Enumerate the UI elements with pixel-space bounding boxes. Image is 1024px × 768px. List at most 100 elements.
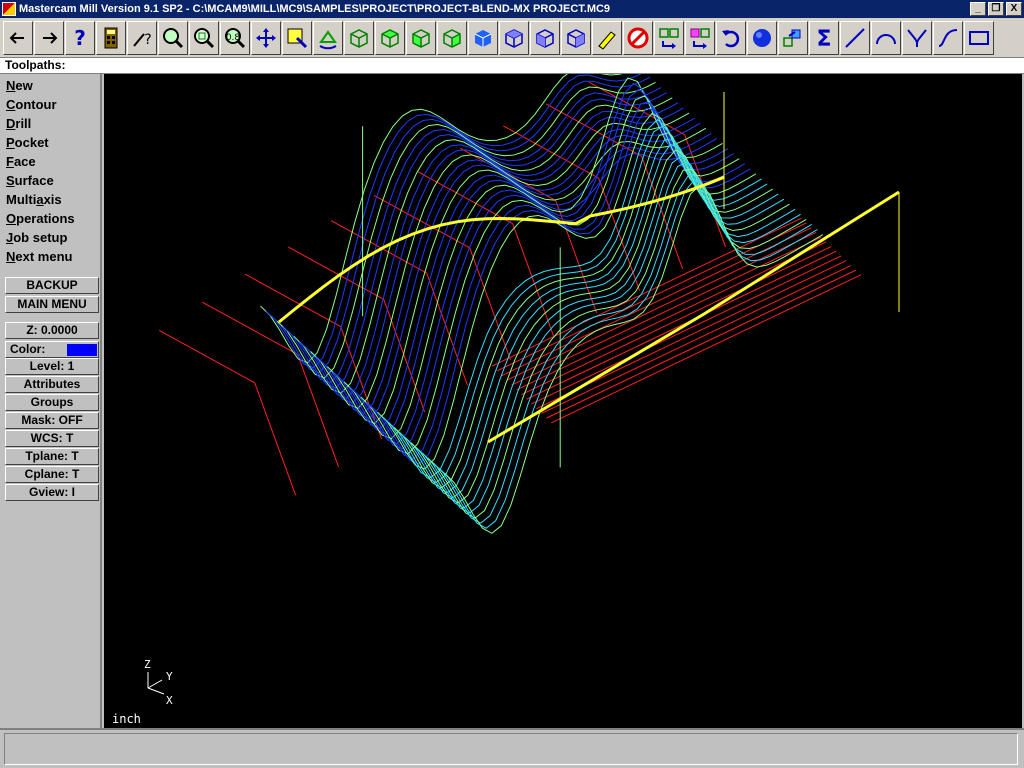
iso-cube-button[interactable] — [468, 20, 498, 55]
view-side-button[interactable] — [561, 20, 591, 55]
menu-mnemonic: O — [6, 211, 17, 226]
undo-icon — [722, 29, 740, 47]
menu-item-label: ob setup — [13, 230, 68, 245]
menu-item-label: ext menu — [15, 249, 73, 264]
menu-mnemonic: S — [6, 173, 15, 188]
forward-arrow-button[interactable] — [34, 20, 64, 55]
main-menu-panel: New Contour Drill Pocket Face Surface Multiaxi… — [0, 74, 102, 728]
calculator-button[interactable] — [96, 20, 126, 55]
color-button[interactable]: Color: 9 — [5, 341, 99, 358]
menu-mnemonic: F — [6, 154, 14, 169]
menu-mnemonic: N — [6, 249, 16, 264]
menu-item-pocket[interactable]: Pocket — [6, 134, 49, 152]
cube-front-button[interactable] — [406, 20, 436, 55]
zoom-window-icon — [163, 27, 184, 48]
menu-item-face[interactable]: Face — [6, 153, 36, 171]
arc-icon — [876, 33, 896, 44]
sum-icon: Σ — [816, 27, 831, 50]
axis-z-label: Z — [144, 658, 151, 671]
menu-item-next-menu[interactable]: Next menu — [6, 248, 72, 266]
svg-text:?: ? — [74, 26, 86, 50]
menu-item-new[interactable]: New — [6, 77, 33, 95]
menu-item-drill[interactable]: Drill — [6, 115, 31, 133]
svg-text:Σ: Σ — [816, 27, 831, 50]
arc-button[interactable] — [871, 20, 901, 55]
rotate-button[interactable] — [313, 20, 343, 55]
pan-icon — [256, 27, 276, 48]
menu-mnemonic: a — [36, 192, 44, 207]
axis-x-label: X — [166, 694, 173, 707]
wcs-button[interactable]: WCS: T — [5, 430, 99, 447]
xform-mirror-button[interactable] — [685, 20, 715, 55]
view-top-button[interactable] — [499, 20, 529, 55]
window-controls: _ ❐ X — [970, 2, 1022, 16]
menu-item-label: ew — [15, 78, 33, 93]
analyze-button[interactable]: ? — [127, 20, 157, 55]
tplane-button[interactable]: Tplane: T — [5, 448, 99, 465]
graphics-viewport[interactable]: Z Y X inch — [104, 74, 1022, 728]
main-menu-button[interactable]: MAIN MENU — [5, 296, 99, 313]
menu-item-contour[interactable]: Contour — [6, 96, 57, 114]
axis-triad — [147, 672, 165, 695]
no-button[interactable] — [623, 20, 653, 55]
view-front-button[interactable] — [530, 20, 560, 55]
groups-button[interactable]: Groups — [5, 394, 99, 411]
color-swatch: 9 — [67, 344, 97, 356]
spline-button[interactable] — [933, 20, 963, 55]
iso-cube-icon — [474, 29, 492, 47]
xform-translate-icon — [659, 27, 679, 49]
zoom-window-button[interactable] — [158, 20, 188, 55]
cube-side-button[interactable] — [437, 20, 467, 55]
undo-button[interactable] — [716, 20, 746, 55]
help-button[interactable]: ? — [65, 20, 95, 55]
menu-item-job-setup[interactable]: Job setup — [6, 229, 67, 247]
z-depth-button[interactable]: Z: 0.0000 — [5, 322, 99, 339]
mask-button[interactable]: Mask: OFF — [5, 412, 99, 429]
pan-button[interactable] — [251, 20, 281, 55]
xform-translate-button[interactable] — [654, 20, 684, 55]
title-bar: Mastercam Mill Version 9.1 SP2 - C:\MCAM… — [0, 0, 1024, 18]
menu-item-surface[interactable]: Surface — [6, 172, 54, 190]
erase-button[interactable] — [592, 20, 622, 55]
sum-button[interactable]: Σ — [809, 20, 839, 55]
app-icon[interactable] — [2, 2, 16, 16]
fit-button[interactable] — [189, 20, 219, 55]
menu-item-label: ace — [13, 154, 36, 169]
zoom-out-icon: 0.8 — [225, 27, 246, 48]
cube-wire-icon — [350, 28, 368, 48]
close-button[interactable]: X — [1006, 2, 1022, 16]
maximize-button[interactable]: ❐ — [988, 2, 1004, 16]
fillet-button[interactable] — [902, 20, 932, 55]
minimize-button[interactable]: _ — [970, 2, 986, 16]
view-side-icon — [567, 28, 585, 48]
back-arrow-icon — [9, 31, 24, 44]
backup-button[interactable]: BACKUP — [5, 277, 99, 294]
select-icon — [287, 28, 308, 48]
rectangle-button[interactable] — [964, 20, 994, 55]
menu-item-label: ocket — [14, 135, 49, 150]
menu-item-operations[interactable]: Operations — [6, 210, 75, 228]
cube-wire-button[interactable] — [344, 20, 374, 55]
axis-y-label: Y — [166, 670, 173, 683]
menu-item-label: ontour — [15, 97, 57, 112]
menu-item-multiaxis[interactable]: Multiaxis — [6, 191, 62, 209]
menu-item-label: rill — [15, 116, 32, 131]
cube-front-icon — [412, 28, 430, 48]
select-button[interactable] — [282, 20, 312, 55]
levels-button[interactable] — [778, 20, 808, 55]
shade-sphere-button[interactable] — [747, 20, 777, 55]
levels-icon — [783, 29, 801, 47]
line-icon — [845, 27, 865, 48]
level-button[interactable]: Level: 1 — [5, 358, 99, 375]
erase-icon — [598, 30, 616, 50]
gview-button[interactable]: Gview: I — [5, 484, 99, 501]
back-arrow-button[interactable] — [3, 20, 33, 55]
zoom-out-button[interactable]: 0.8 — [220, 20, 250, 55]
view-top-icon — [505, 28, 523, 48]
analyze-icon: ? — [133, 32, 152, 48]
line-button[interactable] — [840, 20, 870, 55]
menu-mnemonic: N — [6, 78, 16, 93]
cplane-button[interactable]: Cplane: T — [5, 466, 99, 483]
attributes-button[interactable]: Attributes — [5, 376, 99, 393]
cube-top-button[interactable] — [375, 20, 405, 55]
